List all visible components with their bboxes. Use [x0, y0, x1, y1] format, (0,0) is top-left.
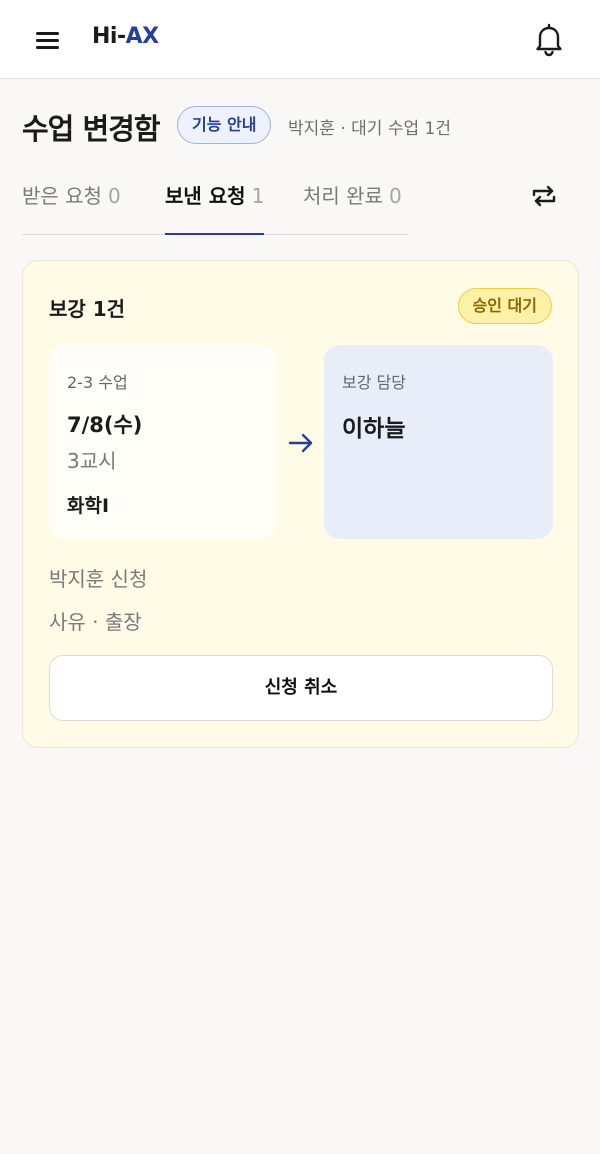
status-badge: 승인 대기	[457, 288, 552, 324]
substitute-teacher-box: 보강 담당 이하늘	[324, 345, 553, 539]
original-class-box: 2-3 수업 7/8(수) 3교시 화학I	[49, 345, 277, 539]
reason-text: 사유 · 출장	[49, 610, 142, 634]
app-logo[interactable]: Hi-AX	[92, 24, 159, 49]
page-title: 수업 변경함	[22, 112, 160, 146]
logo-suffix: AX	[125, 24, 160, 49]
bell-icon[interactable]	[532, 22, 566, 58]
cancel-request-button[interactable]: 신청 취소	[49, 655, 553, 721]
swap-refresh-icon[interactable]	[528, 180, 560, 212]
request-tabs: 받은 요청 0 보낸 요청 1 처리 완료 0	[22, 172, 408, 235]
class-date: 7/8(수)	[67, 413, 143, 437]
class-period: 3교시	[67, 449, 117, 473]
tab-label: 처리 완료	[303, 184, 383, 208]
logo-prefix: Hi-	[92, 24, 126, 49]
tab-completed[interactable]: 처리 완료 0	[303, 180, 402, 235]
hamburger-menu-icon[interactable]	[34, 26, 62, 54]
feature-guide-button[interactable]: 기능 안내	[177, 106, 272, 144]
page-meta: 박지훈 · 대기 수업 1건	[288, 119, 451, 139]
class-label: 2-3 수업	[67, 373, 128, 392]
tab-count: 0	[107, 184, 121, 208]
substitute-name: 이하늘	[342, 416, 406, 442]
tab-label: 보낸 요청	[165, 184, 246, 208]
page-heading-row: 수업 변경함 기능 안내 박지훈 · 대기 수업 1건	[22, 104, 582, 146]
tab-label: 받은 요청	[22, 184, 102, 208]
class-subject: 화학I	[67, 495, 110, 517]
request-card: 보강 1건 승인 대기 2-3 수업 7/8(수) 3교시 화학I 보강 담당 …	[22, 260, 579, 748]
tab-count: 0	[388, 184, 402, 208]
applicant-text: 박지훈 신청	[49, 567, 148, 591]
arrow-right-icon	[287, 429, 315, 457]
app-header: Hi-AX	[0, 0, 600, 79]
tab-sent[interactable]: 보낸 요청 1	[165, 180, 265, 235]
card-title: 보강 1건	[49, 297, 126, 321]
substitute-label: 보강 담당	[342, 373, 406, 392]
tab-count: 1	[251, 184, 265, 208]
tab-received[interactable]: 받은 요청 0	[22, 180, 121, 235]
